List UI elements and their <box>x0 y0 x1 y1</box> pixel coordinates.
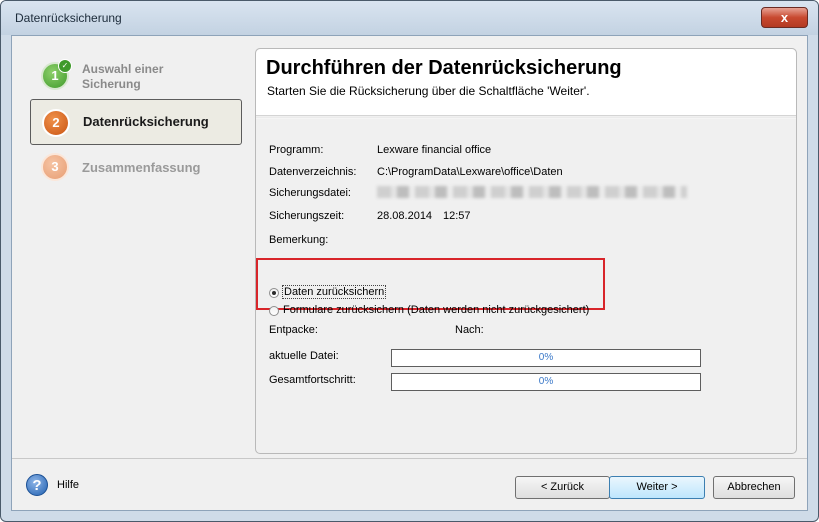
next-button[interactable]: Weiter > <box>609 476 705 499</box>
directory-value: C:\ProgramData\Lexware\office\Daten <box>377 166 563 178</box>
page-title: Durchführen der Datenrücksicherung <box>266 57 622 79</box>
backup-time-clock: 12:57 <box>443 210 471 222</box>
current-file-label: aktuelle Datei: <box>269 350 339 362</box>
restore-options-highlight <box>256 258 605 310</box>
help-link[interactable]: Hilfe <box>57 479 79 491</box>
unpack-label: Entpacke: <box>269 324 318 336</box>
main-panel: Durchführen der Datenrücksicherung Start… <box>255 48 797 454</box>
total-progress-bar: 0% <box>391 373 701 391</box>
step-auswahl[interactable]: 1 ✓ Auswahl einer Sicherung <box>30 52 242 98</box>
step-datenruecksicherung[interactable]: 2 Datenrücksicherung <box>30 99 242 145</box>
current-file-progress: 0% <box>391 349 701 367</box>
program-label: Programm: <box>269 144 324 156</box>
step-label-auswahl: Auswahl einer Sicherung <box>82 62 163 92</box>
dialog-client-area: 1 ✓ Auswahl einer Sicherung 2 Datenrücks… <box>11 35 808 511</box>
restore-dialog: Datenrücksicherung x 1 ✓ Auswahl einer S… <box>0 0 819 522</box>
title-bar[interactable]: Datenrücksicherung x <box>1 1 818 35</box>
panel-header: Durchführen der Datenrücksicherung Start… <box>256 49 796 116</box>
step-label-datenruecksicherung: Datenrücksicherung <box>83 114 209 129</box>
back-button[interactable]: < Zurück <box>515 476 610 499</box>
wizard-steps: 1 ✓ Auswahl einer Sicherung 2 Datenrücks… <box>12 36 252 456</box>
close-icon: x <box>780 10 789 25</box>
step-zusammenfassung[interactable]: 3 Zusammenfassung <box>30 144 242 190</box>
remark-label: Bemerkung: <box>269 234 329 246</box>
step-number-2: 2 <box>42 109 70 137</box>
page-subtitle: Starten Sie die Rücksicherung über die S… <box>267 84 590 98</box>
cancel-button[interactable]: Abbrechen <box>713 476 795 499</box>
restore-forms-label[interactable]: Formulare zurücksichern (Daten werden ni… <box>283 304 589 316</box>
step-number-3: 3 <box>41 153 69 181</box>
backup-time-date: 28.08.2014 <box>377 210 433 222</box>
backup-file-label: Sicherungsdatei: <box>269 187 351 199</box>
total-progress-label: Gesamtfortschritt: <box>269 374 356 386</box>
help-icon[interactable]: ? <box>26 474 48 496</box>
check-icon: ✓ <box>58 59 72 73</box>
step-label-line1: Auswahl einer <box>82 62 164 76</box>
step-label-line2: Sicherung <box>82 77 141 91</box>
header-divider <box>256 117 796 119</box>
restore-data-radio[interactable] <box>269 288 279 298</box>
window-title: Datenrücksicherung <box>15 11 122 25</box>
program-value: Lexware financial office <box>377 144 492 156</box>
dialog-footer: ? Hilfe < Zurück Weiter > Abbrechen <box>12 459 807 510</box>
restore-forms-radio[interactable] <box>269 306 279 316</box>
backup-time-label: Sicherungszeit: <box>269 210 345 222</box>
destination-label: Nach: <box>455 324 484 336</box>
directory-label: Datenverzeichnis: <box>269 166 357 178</box>
restore-data-label[interactable]: Daten zurücksichern <box>282 285 387 299</box>
step-label-zusammenfassung: Zusammenfassung <box>82 160 201 175</box>
close-button[interactable]: x <box>761 7 808 28</box>
backup-file-value-redacted <box>377 186 687 198</box>
